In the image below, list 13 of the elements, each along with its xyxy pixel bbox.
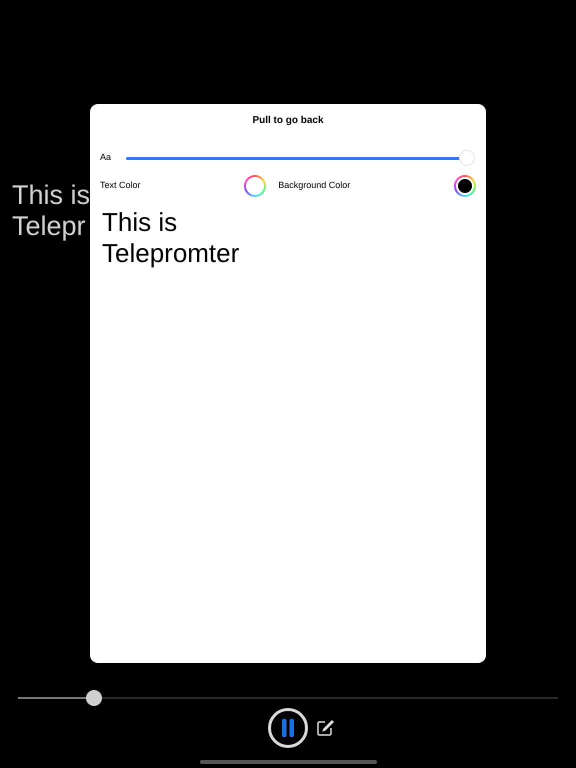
sheet-title: Pull to go back: [252, 114, 324, 128]
preview-text: Telepromter: [102, 238, 240, 269]
background-color-label: Background Color: [278, 179, 350, 192]
text-color-label: Text Color: [100, 179, 141, 192]
text-color-swatch[interactable]: [244, 175, 266, 197]
teleprompter-text: This is: [12, 180, 90, 211]
preview-text: This is: [102, 207, 178, 238]
edit-icon[interactable]: [316, 719, 334, 737]
teleprompter-text: Telepr: [12, 211, 87, 242]
pause-icon: [281, 719, 295, 737]
font-size-label: Aa: [100, 151, 112, 164]
pause-button[interactable]: [268, 708, 308, 748]
background-color-swatch[interactable]: [454, 175, 476, 197]
